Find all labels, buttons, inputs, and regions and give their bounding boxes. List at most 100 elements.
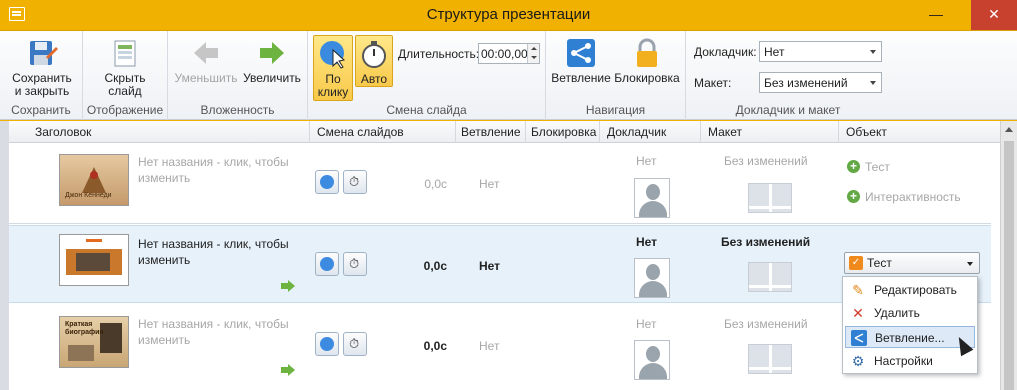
pencil-icon: ✎ [852, 282, 864, 298]
slide-title[interactable]: Нет названия - клик, чтобы изменить [138, 236, 298, 268]
object-dropdown[interactable]: ✓ Тест [844, 252, 980, 274]
object-link-test[interactable]: Тест [865, 159, 890, 175]
slide-title[interactable]: Нет названия - клик, чтобы изменить [138, 316, 298, 348]
branching-button[interactable]: Ветвление [550, 35, 612, 85]
decrease-button[interactable]: Уменьшить [174, 35, 238, 85]
hide-slide-label-2: слайд [108, 84, 142, 98]
ribbon: Сохранить и закрыть Сохранить Скрыть сла… [0, 30, 1017, 120]
group-display: Скрыть слайд Отображение [83, 31, 168, 120]
arrow-right-icon[interactable] [281, 364, 295, 376]
layout-value[interactable]: Без изменений [724, 153, 808, 169]
group-label-speaker-layout: Докладчик и макет [735, 103, 841, 117]
branching-value[interactable]: Нет [479, 176, 499, 192]
menu-item-settings[interactable]: ⚙ Настройки [845, 350, 975, 372]
increase-label: Увеличить [243, 71, 301, 85]
on-click-toggle[interactable] [315, 170, 339, 194]
speaker-select-value: Нет [764, 45, 785, 59]
speaker-value[interactable]: Нет [636, 234, 657, 250]
arrow-left-icon [190, 37, 222, 69]
layout-icon[interactable] [748, 183, 792, 213]
duration-value: 00:00,00 [481, 47, 528, 61]
test-icon: ✓ [849, 256, 863, 270]
group-label-display: Отображение [86, 103, 164, 117]
minimize-button[interactable]: — [920, 0, 952, 30]
slide-title[interactable]: Нет названия - клик, чтобы изменить [138, 154, 298, 186]
slide-time: 0,0с [424, 177, 447, 191]
add-object-icon[interactable]: + [847, 160, 860, 173]
delete-icon: ✕ [852, 305, 864, 321]
layout-value[interactable]: Без изменений [724, 316, 808, 332]
duration-input[interactable]: 00:00,00 [478, 43, 540, 64]
grid-header: Заголовок Смена слайдов Ветвление Блокир… [9, 121, 1017, 143]
speaker-avatar[interactable] [634, 340, 670, 380]
group-label-slide-change: Смена слайда [386, 103, 467, 117]
header-lock[interactable]: Блокировка [531, 125, 596, 139]
on-click-label-2: клику [317, 85, 349, 99]
slide-time: 0,0с [423, 259, 447, 273]
header-branching[interactable]: Ветвление [461, 125, 521, 139]
group-label-nesting: Вложенность [200, 103, 275, 117]
branch-icon [565, 37, 597, 69]
lock-button[interactable]: Блокировка [612, 35, 682, 85]
close-button[interactable]: ✕ [971, 0, 1017, 30]
vertical-scrollbar[interactable] [1000, 121, 1017, 390]
add-interactivity-icon[interactable]: + [847, 190, 860, 203]
group-label-navigation: Навигация [585, 103, 646, 117]
branching-value[interactable]: Нет [479, 338, 499, 354]
gear-icon: ⚙ [851, 353, 865, 369]
duration-spinner[interactable] [527, 44, 539, 63]
group-slide-change: По клику Авто Длительность: 00:00,00 Сме… [308, 31, 546, 120]
slide-thumbnail[interactable] [59, 234, 129, 286]
menu-item-edit[interactable]: ✎ Редактировать [845, 279, 975, 301]
chevron-down-icon [967, 262, 973, 266]
group-navigation: Ветвление Блокировка Навигация [546, 31, 686, 120]
stopwatch-icon[interactable] [343, 252, 367, 276]
layout-value[interactable]: Без изменений [721, 234, 810, 250]
header-layout[interactable]: Макет [708, 125, 742, 139]
header-speaker[interactable]: Докладчик [607, 125, 666, 139]
slide-thumbnail[interactable]: Джон Кеннеди [59, 154, 129, 206]
auto-label: Авто [360, 72, 388, 86]
title-bar: Структура презентации — ✕ [0, 0, 1017, 30]
scroll-up-icon[interactable] [1005, 127, 1013, 132]
object-link-interactivity[interactable]: Интерактивность [865, 189, 961, 205]
save-close-button[interactable]: Сохранить и закрыть [8, 35, 76, 98]
menu-item-settings-label: Настройки [874, 354, 933, 368]
stopwatch-icon[interactable] [343, 170, 367, 194]
chevron-down-icon [870, 50, 876, 54]
table-row[interactable]: Джон Кеннеди Нет названия - клик, чтобы … [9, 144, 991, 224]
stopwatch-icon[interactable] [343, 332, 367, 356]
header-slide-change[interactable]: Смена слайдов [317, 125, 404, 139]
branching-value[interactable]: Нет [479, 258, 500, 274]
object-context-menu: ✎ Редактировать ✕ Удалить Ветвление... ⚙… [842, 276, 978, 374]
scroll-thumb[interactable] [1004, 141, 1014, 390]
on-click-toggle[interactable] [315, 332, 339, 356]
speaker-select[interactable]: Нет [759, 41, 882, 62]
header-object[interactable]: Объект [846, 125, 887, 139]
layout-icon[interactable] [748, 344, 792, 374]
group-label-save: Сохранить [11, 103, 71, 117]
branch-icon [851, 330, 867, 346]
speaker-avatar[interactable] [634, 178, 670, 218]
menu-item-delete[interactable]: ✕ Удалить [845, 302, 975, 324]
on-click-toggle[interactable] [315, 252, 339, 276]
speaker-value[interactable]: Нет [636, 153, 656, 169]
stopwatch-icon [358, 38, 390, 70]
chevron-down-icon [870, 81, 876, 85]
floppy-icon [26, 37, 58, 69]
auto-button[interactable]: Авто [355, 35, 393, 87]
increase-button[interactable]: Увеличить [240, 35, 304, 85]
window-title: Структура презентации [426, 6, 591, 23]
speaker-value[interactable]: Нет [636, 316, 656, 332]
header-title[interactable]: Заголовок [35, 125, 91, 139]
slide-time: 0,0с [423, 339, 447, 353]
hide-slide-icon [109, 37, 141, 69]
layout-select[interactable]: Без изменений [759, 72, 882, 93]
layout-icon[interactable] [748, 262, 792, 292]
menu-item-edit-label: Редактировать [874, 283, 957, 297]
slide-thumbnail[interactable]: Краткая биография [59, 316, 129, 368]
arrow-right-icon[interactable] [281, 280, 295, 292]
speaker-avatar[interactable] [634, 258, 670, 298]
hide-slide-button[interactable]: Скрыть слайд [93, 35, 157, 98]
on-click-button[interactable]: По клику [313, 35, 353, 101]
